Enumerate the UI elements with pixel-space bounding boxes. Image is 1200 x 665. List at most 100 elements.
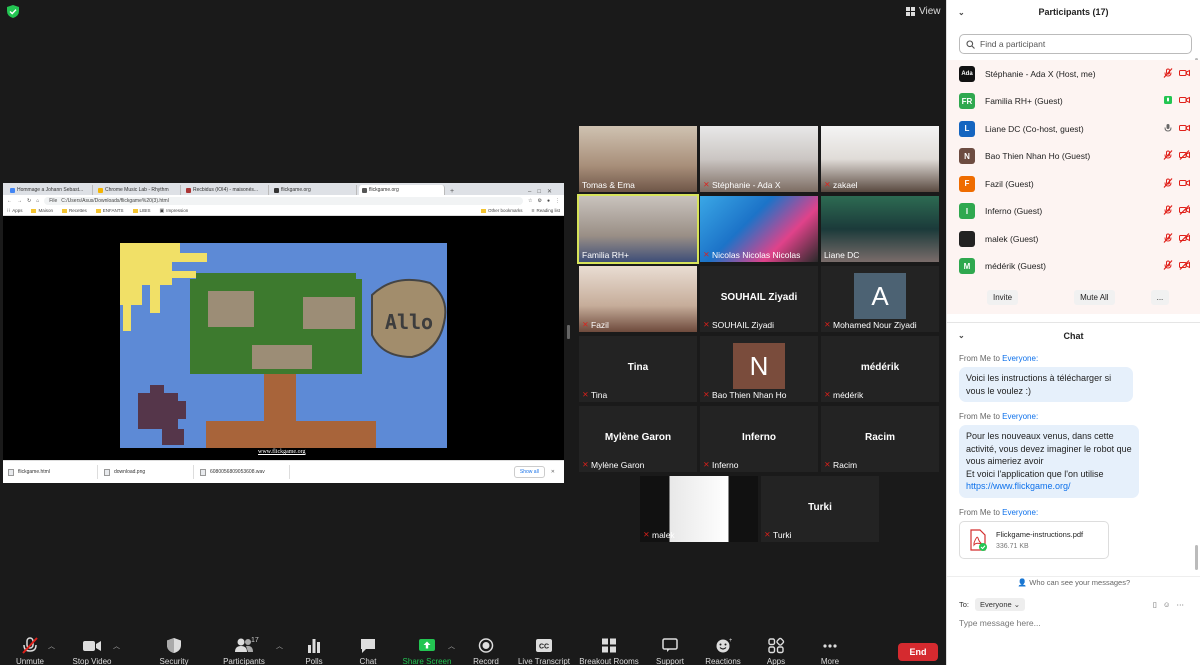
recipient-everyone[interactable]: Everyone: bbox=[1002, 354, 1038, 363]
participant-search-input[interactable]: Find a participant bbox=[959, 34, 1192, 54]
mute-all-button[interactable]: Mute All bbox=[1074, 289, 1115, 305]
unmute-button[interactable]: Unmute bbox=[0, 633, 65, 665]
participant-video-tile[interactable]: Turki ⨯ Turki bbox=[761, 476, 879, 542]
file-attachment[interactable]: Flickgame-instructions.pdf 336.71 KB bbox=[959, 520, 1109, 559]
recipient-everyone[interactable]: Everyone: bbox=[1002, 508, 1038, 517]
close-downloads-icon[interactable]: ✕ bbox=[551, 469, 555, 475]
flickgame-url-link[interactable]: https://www.flickgame.org/ bbox=[966, 481, 1071, 491]
collapse-participants-icon[interactable]: ⌄ bbox=[958, 8, 965, 17]
breakout-rooms-button[interactable]: Breakout Rooms bbox=[574, 633, 644, 665]
live-transcript-button[interactable]: CC Live Transcript bbox=[509, 633, 579, 665]
address-bar[interactable]: File C:/Users/Asus/Downloads/flickgame%2… bbox=[44, 196, 523, 205]
mic-muted-icon[interactable] bbox=[1163, 150, 1173, 162]
participant-row[interactable]: N Bao Thien Nhan Ho (Guest) bbox=[947, 142, 1200, 170]
reload-icon[interactable]: ↻ bbox=[27, 198, 31, 204]
participant-video-tile[interactable]: ⨯ Nicolas Nicolas Nicolas bbox=[700, 196, 818, 262]
bookmark-reading-list[interactable]: ≡ Reading list bbox=[532, 208, 560, 214]
extensions-icon[interactable]: ⚙ bbox=[537, 198, 541, 204]
collapse-chat-icon[interactable]: ⌄ bbox=[958, 331, 965, 340]
camera-icon[interactable] bbox=[1179, 95, 1190, 107]
mic-muted-icon[interactable] bbox=[1163, 205, 1173, 217]
mic-muted-icon[interactable] bbox=[1163, 177, 1173, 190]
participant-video-tile[interactable]: A ⨯ Mohamed Nour Ziyadi bbox=[821, 266, 939, 332]
who-can-see-link[interactable]: 👤 Who can see your messages? bbox=[947, 576, 1200, 587]
forward-icon[interactable]: → bbox=[17, 198, 22, 204]
profile-icon[interactable]: ● bbox=[547, 198, 550, 204]
camera-off-icon[interactable] bbox=[1179, 205, 1190, 217]
more-options-button[interactable]: ... bbox=[1150, 289, 1170, 305]
mic-muted-icon[interactable] bbox=[1163, 67, 1173, 80]
splitter-handle[interactable] bbox=[567, 325, 570, 339]
camera-off-icon[interactable] bbox=[1179, 150, 1190, 162]
bookmark-maison[interactable]: Maison bbox=[31, 208, 53, 213]
participant-video-tile[interactable]: Tina ⨯ Tina bbox=[579, 336, 697, 402]
chat-scrollbar[interactable] bbox=[1195, 545, 1198, 570]
star-icon[interactable]: ☆ bbox=[528, 198, 532, 204]
end-meeting-button[interactable]: End bbox=[898, 643, 938, 661]
mic-muted-icon[interactable] bbox=[1163, 260, 1173, 272]
recipient-everyone[interactable]: Everyone: bbox=[1002, 412, 1038, 421]
mic-icon[interactable] bbox=[1163, 95, 1173, 107]
window-controls-icon[interactable]: –□✕ bbox=[528, 188, 564, 195]
audio-options-caret-icon[interactable]: ︿ bbox=[48, 641, 55, 651]
download-item[interactable]: download.png bbox=[104, 465, 194, 479]
participant-video-tile[interactable]: Mylène Garon ⨯ Mylène Garon bbox=[579, 406, 697, 472]
bookmark-other[interactable]: Other bookmarks bbox=[481, 208, 523, 213]
download-item[interactable]: flickgame.html bbox=[8, 465, 98, 479]
mic-muted-icon[interactable] bbox=[1163, 232, 1173, 245]
view-button[interactable]: View bbox=[906, 6, 941, 17]
participant-video-tile[interactable]: SOUHAIL Ziyadi ⨯ SOUHAIL Ziyadi bbox=[700, 266, 818, 332]
camera-off-icon[interactable] bbox=[1179, 260, 1190, 272]
participant-video-tile[interactable]: ⨯ malek bbox=[640, 476, 758, 542]
browser-tab-active[interactable]: flickgame.org bbox=[359, 185, 445, 195]
camera-icon[interactable] bbox=[1179, 178, 1190, 190]
participant-row[interactable]: I Inferno (Guest) bbox=[947, 197, 1200, 225]
camera-off-icon[interactable] bbox=[1179, 232, 1190, 245]
invite-button[interactable]: Invite bbox=[987, 289, 1019, 305]
download-item[interactable]: 6080056809053608.wav bbox=[200, 465, 290, 479]
new-tab-icon[interactable]: + bbox=[450, 188, 454, 195]
participant-row[interactable]: Ada Stéphanie - Ada X (Host, me) bbox=[947, 60, 1200, 88]
participant-row[interactable]: malek (Guest) bbox=[947, 225, 1200, 253]
participant-video-tile[interactable]: N ⨯ Bao Thien Nhan Ho bbox=[700, 336, 818, 402]
participant-video-tile[interactable]: ⨯ zakael bbox=[821, 126, 939, 192]
home-icon[interactable]: ⌂ bbox=[36, 198, 39, 204]
participant-video-tile[interactable]: médérik ⨯ médérik bbox=[821, 336, 939, 402]
browser-tab[interactable]: flickgame.org bbox=[271, 185, 357, 195]
menu-icon[interactable]: ⋮ bbox=[555, 198, 560, 204]
more-button[interactable]: More bbox=[795, 633, 865, 665]
participant-video-tile[interactable]: Inferno ⨯ Inferno bbox=[700, 406, 818, 472]
recipient-dropdown[interactable]: Everyone ⌄ bbox=[975, 598, 1026, 611]
encryption-shield-icon[interactable] bbox=[7, 5, 19, 18]
participant-video-tile[interactable]: ⨯ Fazil bbox=[579, 266, 697, 332]
mic-icon[interactable] bbox=[1163, 123, 1173, 135]
bookmark-enfants[interactable]: ENFANTS bbox=[95, 208, 124, 213]
shared-screen[interactable]: Hommage a Johann Sebast... Chrome Music … bbox=[3, 183, 564, 483]
bookmark-impression[interactable]: ▣ Impression bbox=[160, 208, 189, 214]
participant-video-tile[interactable]: Familia RH+ bbox=[577, 194, 699, 264]
participant-video-tile[interactable]: Racim ⨯ Racim bbox=[821, 406, 939, 472]
participant-row[interactable]: Mmédérik (Guest) bbox=[947, 252, 1200, 280]
browser-tab[interactable]: Hommage a Johann Sebast... bbox=[7, 185, 93, 195]
bookmark-apps[interactable]: ⁝⁝ Apps bbox=[7, 208, 22, 214]
chat-message-input[interactable]: Type message here... bbox=[959, 618, 1041, 628]
bookmark-libis[interactable]: LIBIS bbox=[132, 208, 151, 213]
bookmark-recettes[interactable]: Recettes bbox=[61, 208, 87, 213]
video-options-caret-icon[interactable]: ︿ bbox=[113, 641, 120, 651]
participants-button[interactable]: 17 Participants bbox=[209, 633, 279, 665]
show-all-downloads-button[interactable]: Show all bbox=[513, 466, 545, 478]
browser-tab[interactable]: Chrome Music Lab - Rhythm bbox=[95, 185, 181, 195]
participant-row[interactable]: FR Familia RH+ (Guest) bbox=[947, 87, 1200, 115]
chat-tools-icon[interactable]: ▯☺⋯ bbox=[1153, 600, 1190, 609]
participant-video-tile[interactable]: ⨯ Stéphanie - Ada X bbox=[700, 126, 818, 192]
browser-tab[interactable]: Recbidus (IOI4) - maisonés... bbox=[183, 185, 269, 195]
participant-video-tile[interactable]: Tomas & Ema bbox=[579, 126, 697, 192]
security-button[interactable]: Security bbox=[139, 633, 209, 665]
flickgame-link[interactable]: www.flickgame.org bbox=[258, 449, 306, 455]
participant-video-tile[interactable]: Liane DC bbox=[821, 196, 939, 262]
back-icon[interactable]: ← bbox=[7, 198, 12, 204]
camera-icon[interactable] bbox=[1179, 123, 1190, 135]
flickgame-drawing[interactable]: Allo bbox=[120, 243, 447, 448]
camera-icon[interactable] bbox=[1179, 68, 1190, 80]
participant-row[interactable]: F Fazil (Guest) bbox=[947, 170, 1200, 198]
